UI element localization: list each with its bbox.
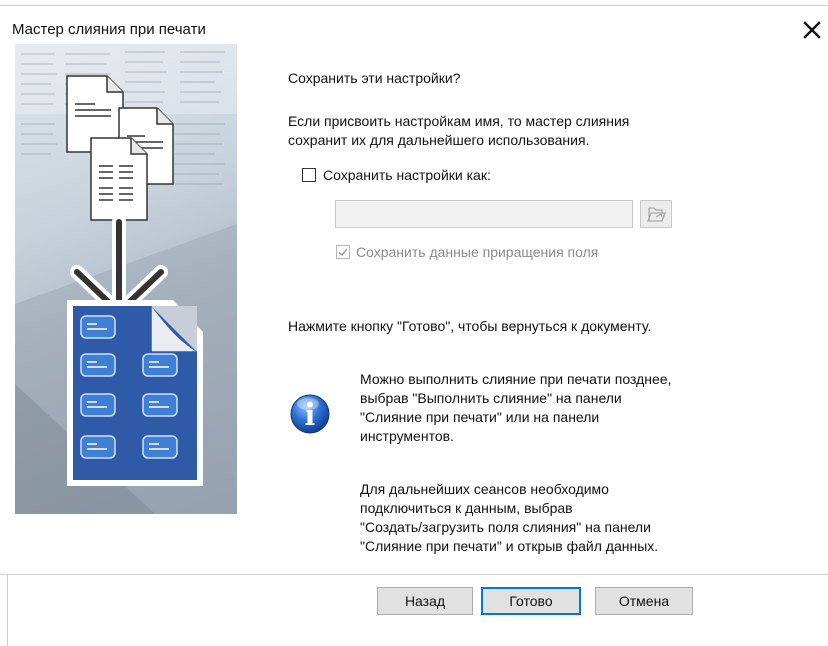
close-icon (803, 21, 821, 39)
folder-open-icon (647, 207, 666, 222)
merge-illustration (15, 44, 237, 514)
window-title: Мастер слияния при печати (12, 21, 206, 38)
info-text-merge-later: Можно выполнить слияние при печати поздн… (360, 371, 672, 444)
settings-name-input[interactable] (335, 200, 633, 228)
close-button[interactable] (800, 18, 824, 42)
finish-button[interactable]: Готово (481, 587, 581, 615)
browse-button[interactable] (640, 200, 672, 228)
save-description: Если присвоить настройкам имя, то мастер… (288, 113, 630, 148)
wizard-illustration (15, 44, 237, 514)
save-question: Сохранить эти настройки? (288, 70, 461, 86)
info-icon (288, 392, 332, 436)
merged-document (67, 300, 203, 486)
cancel-button[interactable]: Отмена (595, 587, 693, 615)
save-increment-checkbox (336, 245, 350, 259)
merge-wizard-dialog: Мастер слияния при печати Сохранить эти … (0, 0, 828, 646)
save-settings-label[interactable]: Сохранить настройки как: (323, 167, 491, 183)
checkmark-icon (338, 248, 348, 257)
save-increment-label: Сохранить данные приращения поля (356, 244, 599, 260)
info-text-connect-data: Для дальнейших сеансов необходимо подклю… (360, 481, 659, 554)
save-settings-checkbox[interactable] (302, 168, 316, 182)
footer-left-edge (7, 575, 8, 646)
back-button[interactable]: Назад (377, 587, 473, 615)
title-bar: Мастер слияния при печати (0, 6, 828, 40)
press-finish-text: Нажмите кнопку "Готово", чтобы вернуться… (288, 318, 652, 334)
footer-divider (0, 574, 828, 575)
